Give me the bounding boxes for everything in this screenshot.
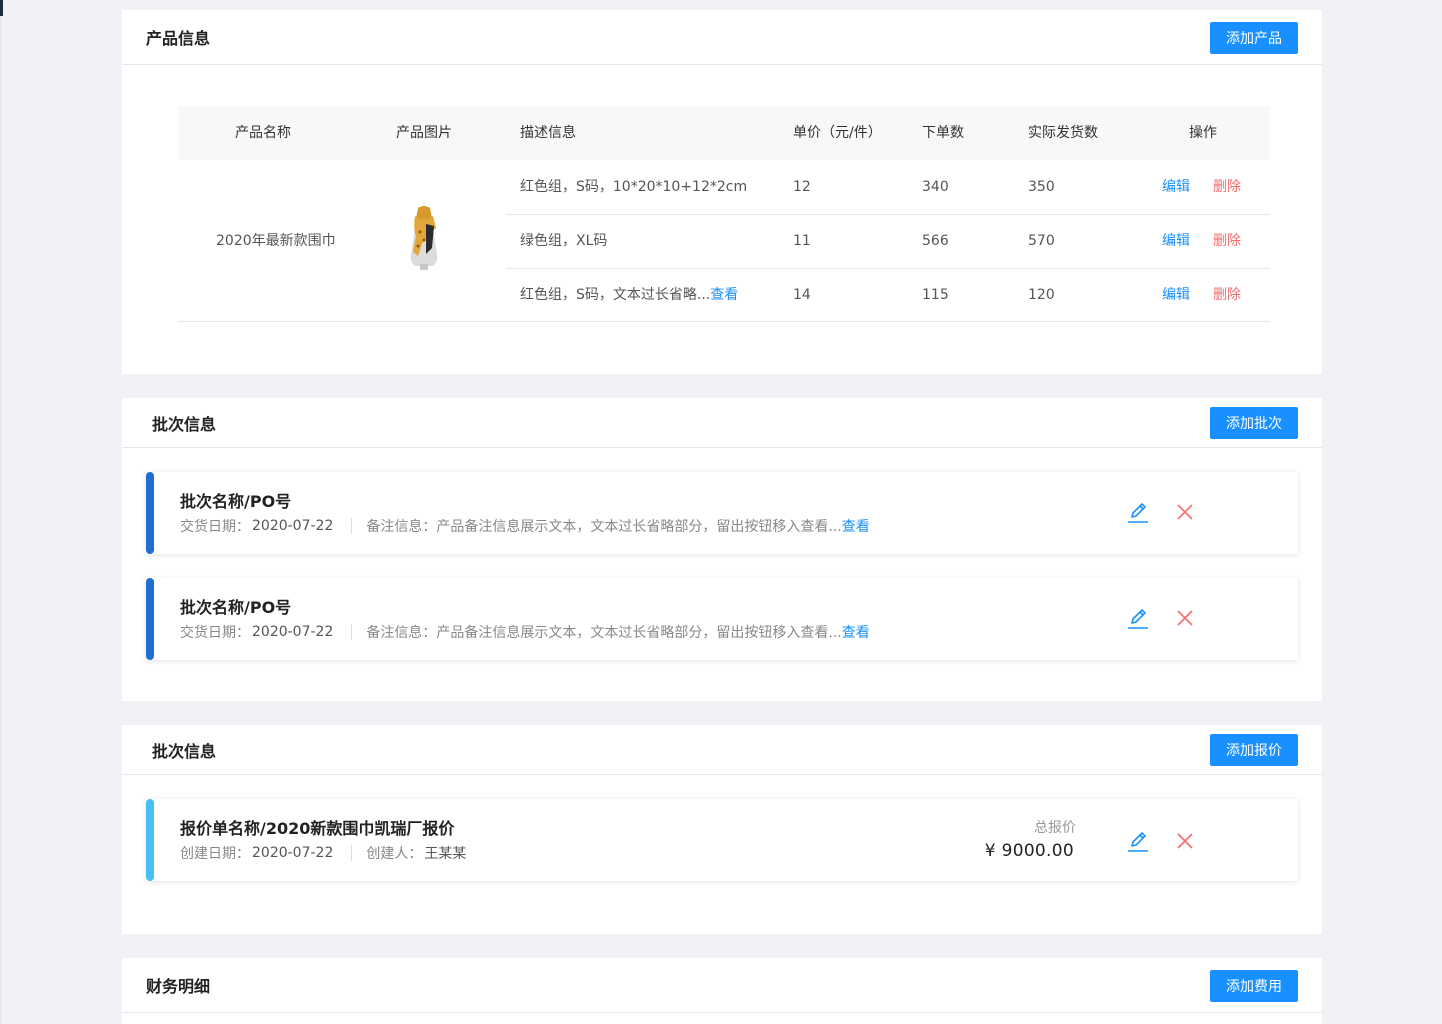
add-quote-button[interactable]: 添加报价 [1210, 734, 1298, 766]
row3-delete-link[interactable]: 删除 [1213, 285, 1241, 305]
window-corner [0, 0, 3, 16]
finance-detail-header: 财务明细 添加费用 [122, 958, 1322, 1013]
add-product-button[interactable]: 添加产品 [1210, 22, 1298, 54]
pencil-icon[interactable] [1126, 500, 1150, 524]
batch-info-card: 批次信息 添加批次 批次名称/PO号 交货日期： 2020-07-22 备注信息… [122, 398, 1322, 701]
row2-shipped: 570 [1028, 233, 1055, 249]
close-icon[interactable] [1173, 829, 1197, 853]
pencil-icon[interactable] [1126, 829, 1150, 853]
row2-delete-link[interactable]: 删除 [1213, 231, 1241, 251]
product-info-title: 产品信息 [146, 29, 211, 48]
creator-value: 王某某 [424, 846, 467, 862]
header-product-image: 产品图片 [396, 125, 452, 141]
meta-separator [351, 518, 353, 534]
row3-price: 14 [793, 287, 811, 303]
row1-shipped: 350 [1028, 179, 1055, 195]
header-product-name: 产品名称 [235, 125, 291, 141]
delivery-date-label: 交货日期： [180, 625, 250, 641]
batch-item-name: 批次名称/PO号 [180, 598, 292, 617]
note-label: 备注信息： [366, 519, 437, 535]
quote-info-header: 批次信息 添加报价 [122, 725, 1322, 775]
window-edge [0, 0, 2, 1024]
header-ordered-qty: 下单数 [922, 125, 964, 141]
total-price-value: ¥ 9000.00 [984, 841, 1074, 861]
quote-info-title: 批次信息 [152, 741, 217, 761]
row3-shipped: 120 [1028, 287, 1055, 303]
quote-item-meta: 创建日期： 2020-07-22 创建人： 王某某 [180, 843, 466, 863]
finance-detail-title: 财务明细 [146, 977, 211, 996]
row3-description: 红色组，S码，文本过长省略...查看 [520, 285, 738, 305]
add-batch-button[interactable]: 添加批次 [1210, 407, 1298, 439]
created-date-value: 2020-07-22 [252, 845, 334, 861]
product-table-header: 产品名称 产品图片 描述信息 单价（元/件） 下单数 实际发货数 操作 [178, 106, 1270, 160]
finance-detail-card: 财务明细 添加费用 [122, 958, 1322, 1024]
quote-item: 报价单名称/2020新款围巾凯瑞厂报价 创建日期： 2020-07-22 创建人… [146, 799, 1298, 881]
row1-price: 12 [793, 179, 811, 195]
row-divider [506, 268, 1270, 269]
batch-item-accent-bar [146, 472, 154, 554]
batch-item-meta: 交货日期： 2020-07-22 备注信息： 产品备注信息展示文本，文本过长省略… [180, 516, 870, 536]
batch-item: 批次名称/PO号 交货日期： 2020-07-22 备注信息： 产品备注信息展示… [146, 472, 1298, 554]
batch-info-title: 批次信息 [152, 414, 217, 434]
row3-description-text: 红色组，S码，文本过长省略... [520, 287, 711, 303]
batch-item: 批次名称/PO号 交货日期： 2020-07-22 备注信息： 产品备注信息展示… [146, 578, 1298, 660]
note-text: 产品备注信息展示文本，文本过长省略部分，留出按钮移入查看... [436, 625, 842, 641]
row-divider [506, 214, 1270, 215]
product-info-header: 产品信息 添加产品 [122, 10, 1322, 65]
quote-item-name: 报价单名称/2020新款围巾凯瑞厂报价 [180, 819, 455, 838]
scarf-product-image[interactable] [404, 204, 444, 272]
row3-ordered: 115 [922, 287, 949, 303]
quote-item-accent-bar [146, 799, 154, 881]
meta-separator [351, 845, 353, 861]
add-expense-button[interactable]: 添加费用 [1210, 970, 1298, 1002]
product-table: 产品名称 产品图片 描述信息 单价（元/件） 下单数 实际发货数 操作 2020… [178, 106, 1270, 322]
header-description: 描述信息 [520, 125, 576, 141]
note-label: 备注信息： [366, 625, 437, 641]
quote-info-card: 批次信息 添加报价 报价单名称/2020新款围巾凯瑞厂报价 创建日期： 2020… [122, 725, 1322, 934]
creator-label: 创建人： [366, 846, 423, 862]
row2-edit-link[interactable]: 编辑 [1162, 231, 1190, 251]
row2-price: 11 [793, 233, 811, 249]
pencil-icon[interactable] [1126, 606, 1150, 630]
row3-view-link[interactable]: 查看 [710, 287, 738, 303]
row3-edit-link[interactable]: 编辑 [1162, 285, 1190, 305]
note-view-link[interactable]: 查看 [842, 622, 870, 642]
batch-item-meta: 交货日期： 2020-07-22 备注信息： 产品备注信息展示文本，文本过长省略… [180, 622, 870, 642]
header-shipped-qty: 实际发货数 [1028, 125, 1098, 141]
row2-ordered: 566 [922, 233, 949, 249]
header-actions: 操作 [1189, 125, 1217, 141]
delivery-date-value: 2020-07-22 [252, 624, 334, 640]
total-price-label: 总报价 [1034, 820, 1076, 836]
note-view-link[interactable]: 查看 [842, 516, 870, 536]
meta-separator [351, 624, 353, 640]
close-icon[interactable] [1173, 606, 1197, 630]
batch-item-name: 批次名称/PO号 [180, 492, 292, 511]
row1-delete-link[interactable]: 删除 [1213, 177, 1241, 197]
close-icon[interactable] [1173, 500, 1197, 524]
created-date-label: 创建日期： [180, 846, 250, 862]
table-bottom-line [178, 321, 1270, 322]
note-text: 产品备注信息展示文本，文本过长省略部分，留出按钮移入查看... [436, 519, 842, 535]
row1-description: 红色组，S码，10*20*10+12*2cm [520, 179, 748, 195]
product-info-card: 产品信息 添加产品 产品名称 产品图片 描述信息 单价（元/件） 下单数 实际发… [122, 10, 1322, 374]
product-name-cell: 2020年最新款围巾 [216, 233, 336, 249]
header-unit-price: 单价（元/件） [793, 125, 882, 141]
row1-edit-link[interactable]: 编辑 [1162, 177, 1190, 197]
batch-item-accent-bar [146, 578, 154, 660]
batch-info-header: 批次信息 添加批次 [122, 398, 1322, 448]
row2-description: 绿色组，XL码 [520, 233, 608, 249]
row1-ordered: 340 [922, 179, 949, 195]
delivery-date-label: 交货日期： [180, 519, 250, 535]
delivery-date-value: 2020-07-22 [252, 518, 334, 534]
